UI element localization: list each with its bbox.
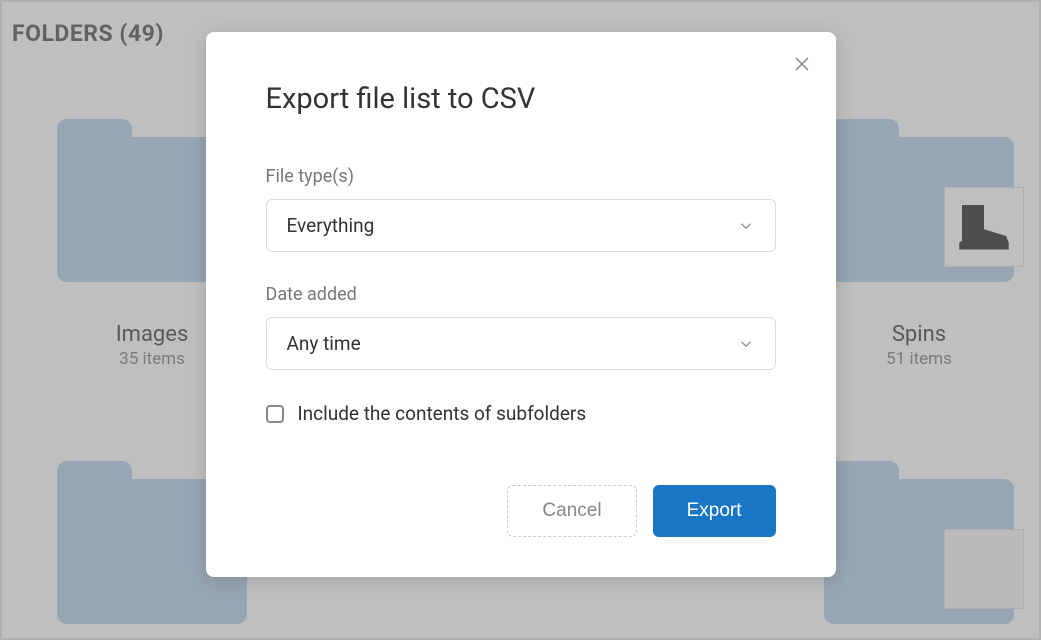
close-icon — [793, 55, 811, 73]
cancel-button[interactable]: Cancel — [507, 485, 636, 537]
date-added-select[interactable]: Any time — [266, 317, 776, 370]
file-type-value: Everything — [287, 214, 375, 237]
export-csv-modal: Export file list to CSV File type(s) Eve… — [206, 32, 836, 577]
include-subfolders-checkbox[interactable] — [266, 405, 284, 423]
date-added-value: Any time — [287, 332, 361, 355]
date-added-label: Date added — [266, 284, 776, 305]
export-button[interactable]: Export — [653, 485, 776, 537]
modal-title: Export file list to CSV — [266, 82, 776, 116]
close-button[interactable] — [790, 52, 814, 76]
chevron-down-icon — [737, 217, 755, 235]
file-type-label: File type(s) — [266, 166, 776, 187]
include-subfolders-row: Include the contents of subfolders — [266, 402, 776, 425]
chevron-down-icon — [737, 335, 755, 353]
modal-actions: Cancel Export — [266, 485, 776, 537]
file-type-select[interactable]: Everything — [266, 199, 776, 252]
include-subfolders-label[interactable]: Include the contents of subfolders — [298, 402, 587, 425]
